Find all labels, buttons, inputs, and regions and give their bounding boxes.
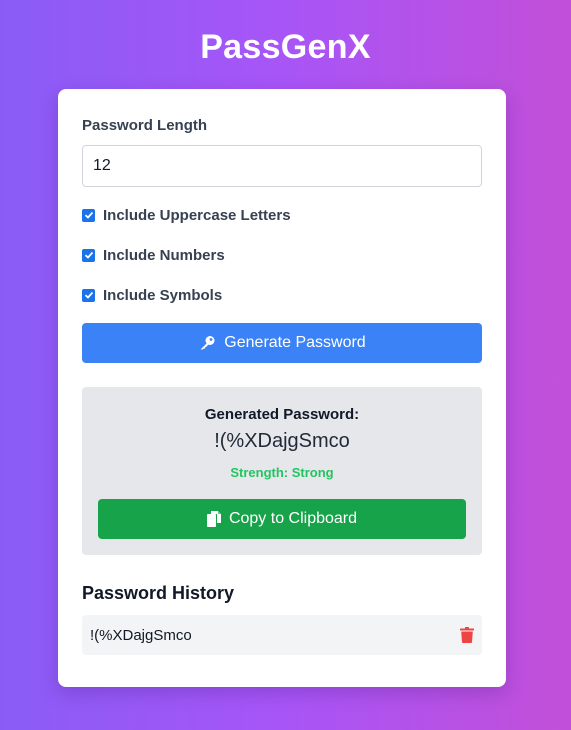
numbers-label: Include Numbers bbox=[103, 246, 225, 264]
length-input[interactable] bbox=[82, 145, 482, 187]
check-icon bbox=[84, 291, 93, 299]
copy-to-clipboard-label: Copy to Clipboard bbox=[228, 510, 358, 527]
generate-password-label: Generate Password bbox=[224, 334, 366, 351]
copy-to-clipboard-button[interactable]: Copy to Clipboard bbox=[98, 499, 466, 539]
password-history-title: Password History bbox=[82, 583, 235, 603]
check-icon bbox=[84, 211, 93, 219]
generated-password-panel: Generated Password: !(%XDajgSmco Strengt… bbox=[82, 387, 482, 555]
generate-password-button[interactable]: Generate Password bbox=[82, 323, 482, 363]
option-symbols[interactable]: Include Symbols bbox=[82, 285, 222, 305]
uppercase-label: Include Uppercase Letters bbox=[103, 206, 291, 224]
history-item: !(%XDajgSmco bbox=[82, 615, 482, 655]
generated-password-value: !(%XDajgSmco bbox=[214, 430, 350, 452]
symbols-checkbox[interactable] bbox=[82, 288, 95, 302]
key-icon bbox=[198, 335, 216, 351]
trash-icon[interactable] bbox=[460, 627, 474, 643]
generator-card: Password Length Include Uppercase Letter… bbox=[58, 89, 506, 687]
numbers-checkbox[interactable] bbox=[82, 248, 95, 262]
clipboard-icon bbox=[206, 511, 221, 527]
app-title: PassGenX bbox=[200, 28, 371, 66]
check-icon bbox=[84, 251, 93, 259]
length-label: Password Length bbox=[82, 117, 208, 134]
uppercase-checkbox[interactable] bbox=[82, 208, 95, 222]
symbols-label: Include Symbols bbox=[103, 286, 223, 304]
option-uppercase[interactable]: Include Uppercase Letters bbox=[82, 205, 291, 225]
generated-password-heading: Generated Password: bbox=[204, 406, 360, 423]
password-strength: Strength: Strong bbox=[230, 465, 334, 480]
history-item-value: !(%XDajgSmco bbox=[90, 626, 192, 644]
option-numbers[interactable]: Include Numbers bbox=[82, 245, 225, 265]
